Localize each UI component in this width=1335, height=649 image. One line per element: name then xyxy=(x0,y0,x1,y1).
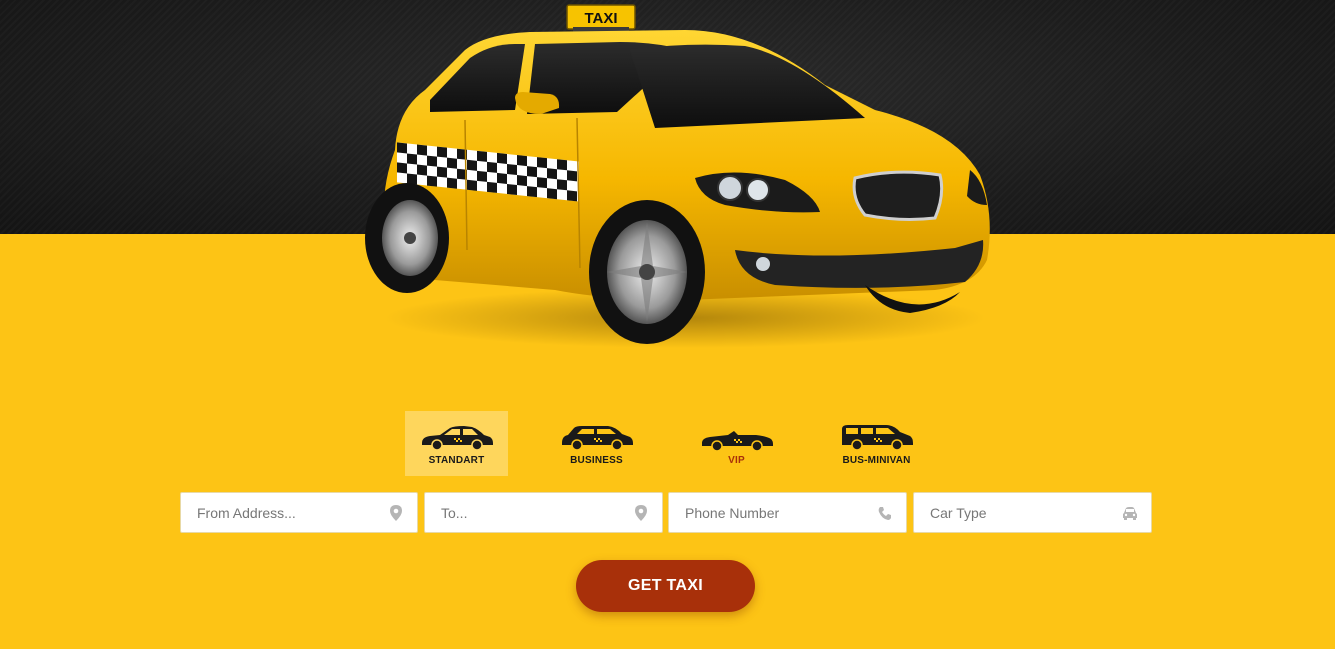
car-type-tab-vip[interactable]: VIP xyxy=(685,411,788,476)
map-pin-icon xyxy=(635,505,647,521)
car-type-input[interactable] xyxy=(914,493,1151,532)
car-type-label: BUS-MINIVAN xyxy=(842,455,911,466)
car-type-field xyxy=(913,492,1152,533)
front-wheel xyxy=(589,200,705,344)
convertible-icon xyxy=(701,431,773,451)
car-type-tab-standart[interactable]: STANDART xyxy=(405,411,508,476)
phone-number-field xyxy=(668,492,907,533)
car-icon xyxy=(1123,507,1137,520)
car-type-label: VIP xyxy=(728,455,745,466)
to-address-input[interactable] xyxy=(425,493,662,532)
phone-number-input[interactable] xyxy=(669,493,906,532)
car-type-tab-business[interactable]: BUSINESS xyxy=(545,411,648,476)
car-type-label: STANDART xyxy=(428,455,485,466)
map-pin-icon xyxy=(390,505,402,521)
to-address-field xyxy=(424,492,663,533)
from-address-input[interactable] xyxy=(181,493,417,532)
minivan-icon xyxy=(841,425,913,451)
phone-icon xyxy=(878,507,891,520)
get-taxi-button[interactable]: GET TAXI xyxy=(576,560,755,612)
car-type-selector: STANDART BUSINESS VIP BUS-MINIVAN xyxy=(405,411,930,476)
taxi-car-image: TAXI xyxy=(355,0,1005,360)
roof-sign-text: TAXI xyxy=(584,10,617,27)
car-type-tab-bus-minivan[interactable]: BUS-MINIVAN xyxy=(825,411,928,476)
wagon-icon xyxy=(561,426,633,451)
rear-wheel xyxy=(365,183,449,293)
car-type-label: BUSINESS xyxy=(570,455,623,466)
sedan-icon xyxy=(421,426,493,451)
from-address-field xyxy=(180,492,418,533)
